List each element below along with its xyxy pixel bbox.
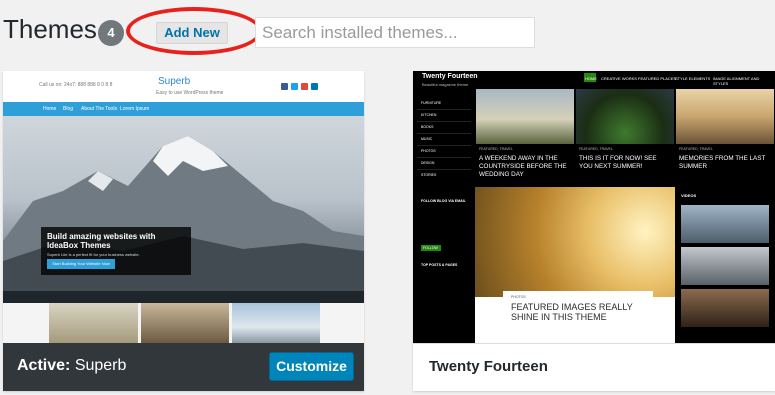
tf-sidebar-item: BOOKS (421, 125, 434, 129)
tf-grid-caption: MEMORIES FROM THE LAST SUMMER (679, 155, 766, 170)
tf-right-sidebar: VIDEOS (675, 187, 775, 343)
tf-videos-label: VIDEOS (681, 193, 697, 198)
theme-card-bar-superb: Active: Superb Customize (3, 343, 364, 391)
tf-popular-label: TOP POSTS & PAGES (421, 263, 458, 267)
tf-sidebar-item: MUSIC (421, 137, 433, 141)
tf-follow-label: FOLLOW BLOG VIA EMAIL (421, 199, 466, 203)
superb-nav-bar: Home Blog About The Tools Lorem Ipsum (3, 102, 364, 116)
page-title: Themes (3, 14, 97, 44)
superb-hero-button: Start Building Your Website Now (47, 259, 115, 269)
linkedin-icon (311, 83, 318, 90)
superb-contact-text: Call us on: 24x7: 888 888 8 0 8 8 (39, 82, 113, 88)
tf-grid-item: FEATURED, TRAVEL THIS IS IT FOR NOW! SEE… (575, 89, 675, 187)
tf-sidebar-item: DESIGN (421, 161, 435, 165)
tf-sidebar: FURNITURE KITCHEN BOOKS MUSIC PHOTOS DES… (413, 89, 475, 343)
superb-tagline: Easy to use WordPress theme (156, 90, 224, 96)
active-theme-name: Active: Superb (17, 357, 126, 375)
tf-featured-title: FEATURED IMAGES REALLY SHINE IN THIS THE… (511, 302, 633, 322)
superb-site-title: Superb (158, 76, 191, 87)
superb-hero-callout: Build amazing websites with IdeaBox Them… (41, 227, 191, 275)
tf-preview-header: Twenty Fourteen Beautiful magazine theme… (413, 71, 775, 89)
tf-grid-caption: THIS IS IT FOR NOW! SEE YOU NEXT SUMMER! (579, 155, 657, 170)
tf-sidebar-item: STORIES (421, 173, 437, 177)
theme-name-twenty-fourteen: Twenty Fourteen (429, 358, 548, 375)
laptop-image (141, 303, 229, 343)
theme-count-badge: 4 (98, 20, 124, 46)
tf-grid-category: FEATURED, TRAVEL (679, 147, 713, 151)
theme-screenshot-superb[interactable]: Call us on: 24x7: 888 888 8 0 8 8 Superb… (3, 71, 364, 343)
tf-grid-item: FEATURED, TRAVEL MEMORIES FROM THE LAST … (675, 89, 775, 187)
tf-menu-item: IMAGE ALIGNMENT AND STYLES (713, 76, 760, 86)
tf-sidebar-item: KITCHEN (421, 113, 437, 117)
tf-sidebar-item: PHOTOS (421, 149, 436, 153)
tf-menu-item: CREATIVE WORKS (601, 76, 637, 81)
superb-nav-item: Home (43, 106, 57, 112)
superb-hero-subtitle: Superb Lite is a perfect fit for your bu… (47, 252, 140, 257)
mountain-lake-image (232, 303, 320, 343)
active-label: Active: (17, 357, 71, 374)
pier-image (676, 89, 774, 144)
google-plus-icon (301, 83, 308, 90)
theme-card-twenty-fourteen[interactable]: Twenty Fourteen Beautiful magazine theme… (413, 71, 775, 391)
twitter-icon (291, 83, 298, 90)
theme-card-superb[interactable]: Call us on: 24x7: 888 888 8 0 8 8 Superb… (3, 71, 364, 391)
theme-name-superb: Superb (74, 357, 127, 374)
tf-follow-button-label: FOLLOW (423, 246, 438, 250)
theme-card-bar-twenty-fourteen: Twenty Fourteen (413, 343, 775, 391)
fence-image (49, 303, 138, 343)
tf-grid-category: FEATURED, TRAVEL (479, 147, 513, 151)
sunset-girl-image (475, 187, 675, 297)
facebook-icon (281, 83, 288, 90)
tf-grid-category: FEATURED, TRAVEL (579, 147, 613, 151)
superb-gallery (3, 303, 364, 343)
tf-sidebar-item: FURNITURE (421, 101, 442, 105)
grass-image (576, 89, 674, 144)
superb-hero-title: Build amazing websites with IdeaBox Them… (47, 232, 156, 250)
theme-screenshot-twenty-fourteen[interactable]: Twenty Fourteen Beautiful magazine theme… (413, 71, 775, 343)
tf-grid-caption: A WEEKEND AWAY IN THE COUNTRYSIDE BEFORE… (479, 155, 567, 178)
tf-featured-grid: FEATURED, TRAVEL A WEEKEND AWAY IN THE C… (475, 89, 775, 187)
add-new-button[interactable]: Add New (156, 22, 228, 44)
superb-nav-item: Blog (63, 106, 74, 112)
video-thumbnail (681, 289, 769, 327)
superb-nav-item: Lorem Ipsum (120, 106, 150, 112)
video-thumbnail (681, 205, 769, 243)
mountain-image (3, 136, 364, 311)
tf-menu-item: STYLE ELEMENTS (675, 76, 711, 81)
customize-button[interactable]: Customize (269, 352, 354, 381)
tf-main-content: PHOTOS FEATURED IMAGES REALLY SHINE IN T… (475, 187, 675, 343)
superb-preview-header: Call us on: 24x7: 888 888 8 0 8 8 Superb… (3, 71, 364, 101)
tf-menu-item: HOME (585, 76, 597, 81)
tf-description: Beautiful magazine theme (422, 82, 469, 87)
tf-featured-category: PHOTOS (511, 295, 526, 299)
search-installed-themes-input[interactable] (255, 17, 535, 48)
video-thumbnail (681, 247, 769, 285)
countryside-image (476, 89, 574, 144)
tf-menu-item: FEATURED PLACES (638, 76, 677, 81)
tf-featured-post: PHOTOS FEATURED IMAGES REALLY SHINE IN T… (503, 291, 653, 339)
tf-grid-item: FEATURED, TRAVEL A WEEKEND AWAY IN THE C… (475, 89, 575, 187)
tf-site-name: Twenty Fourteen (422, 73, 478, 80)
superb-nav-item: About The Tools (81, 106, 117, 112)
